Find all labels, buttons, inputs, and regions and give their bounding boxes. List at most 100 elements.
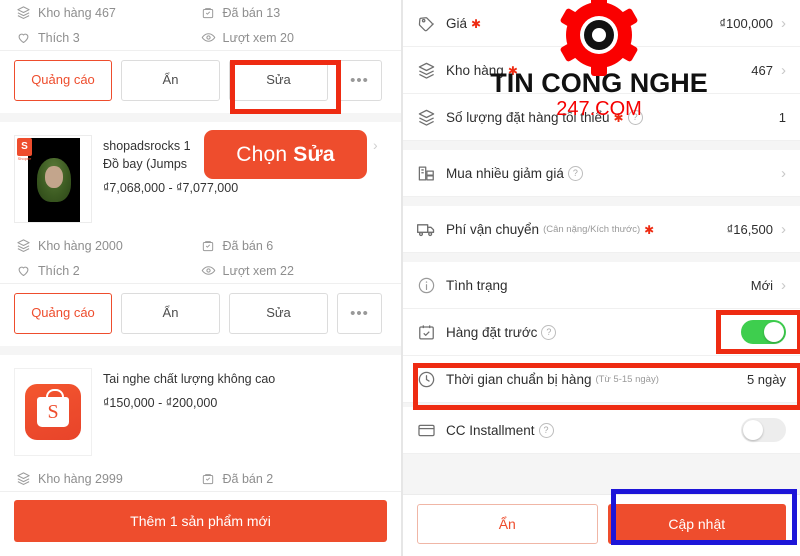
calendar-check-icon — [415, 323, 437, 342]
product-1-views-label: Lượt xem 20 — [222, 30, 294, 45]
cc-installment-toggle[interactable] — [741, 418, 786, 442]
product-2-more-button[interactable]: ••• — [337, 293, 382, 334]
product-list-panel: Kho hàng 467 Đã bán 13 Thích 3 Lượt xem … — [0, 0, 403, 556]
product-1-hide-label: Ẩn — [162, 72, 179, 88]
callout-emphasis: Sửa — [293, 142, 335, 166]
toggle-knob — [764, 322, 784, 342]
product-1-more-button[interactable]: ••• — [337, 60, 382, 101]
add-product-label: Thêm 1 sản phẩm mới — [130, 513, 271, 529]
row-price[interactable]: Giá ✱ ₫100,000 › — [403, 0, 800, 47]
product-3-summary[interactable]: S Tai nghe chất lượng không cao ₫150,000… — [0, 355, 401, 466]
product-2-hide-label: Ẩn — [162, 305, 179, 321]
preorder-toggle[interactable] — [741, 320, 786, 344]
row-cc-installment[interactable]: CC Installment ? — [403, 407, 800, 454]
product-1-hide-button[interactable]: Ẩn — [121, 60, 220, 101]
product-1-actions: Quảng cáo Ẩn Sửa ••• — [0, 50, 401, 113]
row-wholesale[interactable]: Mua nhiều giảm giá ? › — [403, 150, 800, 197]
chevron-right-icon[interactable]: › — [373, 135, 387, 223]
product-2-ads-label: Quảng cáo — [31, 305, 95, 321]
product-2-hide-button[interactable]: Ẩn — [121, 293, 220, 334]
row-shipping-fee-hint: (Cân nặng/Kích thước) — [543, 223, 641, 235]
product-2-ads-button[interactable]: Quảng cáo — [14, 293, 112, 334]
row-price-text: Giá — [446, 15, 468, 31]
hide-button[interactable]: Ẩn — [417, 504, 598, 544]
product-2-likes: Thích 2 — [16, 258, 201, 283]
update-button-label: Cập nhật — [668, 516, 726, 532]
product-2-price: ₫7,068,000 - ₫7,077,000 — [103, 181, 239, 196]
product-2-actions: Quảng cáo Ẩn Sửa ••• — [0, 283, 401, 346]
product-edit-panel: Giá ✱ ₫100,000 › Kho hàng ✱ 467 › Số lượ… — [403, 0, 800, 556]
row-condition[interactable]: Tình trạng Mới › — [403, 262, 800, 309]
product-2-stock: Kho hàng 2000 — [16, 233, 201, 258]
product-3-sold-label: Đã bán 2 — [222, 471, 274, 486]
row-wholesale-text: Mua nhiều giảm giá — [446, 165, 564, 181]
product-2-stock-label: Kho hàng 2000 — [38, 238, 123, 253]
product-1-edit-label: Sửa — [266, 72, 291, 88]
chevron-right-icon[interactable]: › — [781, 165, 786, 182]
product-3-stock: Kho hàng 2999 — [16, 466, 201, 491]
shopee-badge-sublabel: Shopee — [17, 156, 32, 161]
row-min-order[interactable]: Số lượng đặt hàng tối thiểu ✱ ? 1 — [403, 94, 800, 141]
card-icon — [415, 421, 437, 440]
row-stock-text: Kho hàng — [446, 62, 504, 78]
product-2-sold-label: Đã bán 6 — [222, 238, 274, 253]
product-1-likes-label: Thích 3 — [38, 30, 80, 45]
product-2-photo-face — [45, 166, 63, 188]
product-2-edit-label: Sửa — [266, 305, 291, 321]
add-product-button[interactable]: Thêm 1 sản phẩm mới — [14, 500, 387, 542]
product-2-views-label: Lượt xem 22 — [222, 263, 294, 278]
shopee-bag-glyph: S — [37, 389, 69, 427]
stack-icon — [415, 108, 437, 127]
product-1-ads-label: Quảng cáo — [31, 72, 95, 88]
truck-icon — [415, 219, 437, 239]
help-icon[interactable]: ? — [627, 109, 643, 125]
row-prep-time-hint: (Từ 5-15 ngày) — [595, 373, 659, 385]
callout-choose-edit: Chọn Sửa — [204, 130, 367, 179]
required-asterisk-icon: ✱ — [507, 64, 518, 78]
product-1-views: Lượt xem 20 — [201, 25, 386, 50]
chevron-right-icon[interactable]: › — [781, 62, 786, 79]
toggle-knob — [743, 420, 763, 440]
product-2-stats-line-2: Thích 2 Lượt xem 22 — [0, 258, 401, 283]
product-3-name: Tai nghe chất lượng không cao — [103, 372, 276, 386]
row-price-label: Giá ✱ — [437, 16, 711, 31]
section-gap-2 — [403, 197, 800, 206]
hide-button-label: Ẩn — [498, 516, 516, 532]
heart-icon — [16, 30, 31, 45]
section-gap-1 — [403, 141, 800, 150]
chevron-right-icon[interactable]: › — [781, 15, 786, 32]
row-prep-time-text: Thời gian chuẩn bị hàng — [446, 371, 592, 387]
row-min-order-value: 1 — [778, 109, 786, 125]
product-1-edit-button[interactable]: Sửa — [229, 60, 328, 101]
chevron-right-icon[interactable]: › — [781, 277, 786, 294]
row-prep-time[interactable]: Thời gian chuẩn bị hàng (Từ 5-15 ngày) 5… — [403, 356, 800, 403]
stack-icon — [16, 238, 31, 253]
product-1-stats-line-1: Kho hàng 467 Đã bán 13 — [0, 0, 401, 25]
product-2-stats-line-1: Kho hàng 2000 Đã bán 6 — [0, 233, 401, 258]
product-2-views: Lượt xem 22 — [201, 258, 386, 283]
row-shipping-fee-value: ₫16,500 — [726, 221, 773, 237]
section-gap-3 — [403, 253, 800, 262]
row-prep-time-value: 5 ngày — [746, 371, 786, 387]
product-1-ads-button[interactable]: Quảng cáo — [14, 60, 112, 101]
edit-panel-footer: Ẩn Cập nhật — [403, 494, 800, 556]
row-stock-label: Kho hàng ✱ — [437, 63, 743, 78]
row-prep-time-label: Thời gian chuẩn bị hàng (Từ 5-15 ngày) — [437, 372, 739, 387]
row-shipping-fee[interactable]: Phí vận chuyển (Cân nặng/Kích thước) ✱ ₫… — [403, 206, 800, 253]
row-preorder-text: Hàng đặt trước — [446, 324, 538, 340]
chevron-right-icon[interactable]: › — [781, 221, 786, 238]
row-preorder[interactable]: Hàng đặt trước ? — [403, 309, 800, 356]
product-2-edit-button[interactable]: Sửa — [229, 293, 328, 334]
product-3-stock-label: Kho hàng 2999 — [38, 471, 123, 486]
help-icon[interactable]: ? — [541, 324, 557, 340]
required-asterisk-icon: ✱ — [613, 111, 624, 125]
help-icon[interactable]: ? — [538, 422, 554, 438]
stack-icon — [415, 61, 437, 80]
help-icon[interactable]: ? — [567, 165, 583, 181]
row-stock[interactable]: Kho hàng ✱ 467 › — [403, 47, 800, 94]
shopee-badge-icon: S — [17, 138, 32, 156]
update-button[interactable]: Cập nhật — [607, 504, 786, 544]
required-asterisk-icon: ✱ — [644, 223, 655, 237]
product-3-thumbnail: S — [14, 368, 92, 456]
product-card-3: S Tai nghe chất lượng không cao ₫150,000… — [0, 355, 401, 552]
